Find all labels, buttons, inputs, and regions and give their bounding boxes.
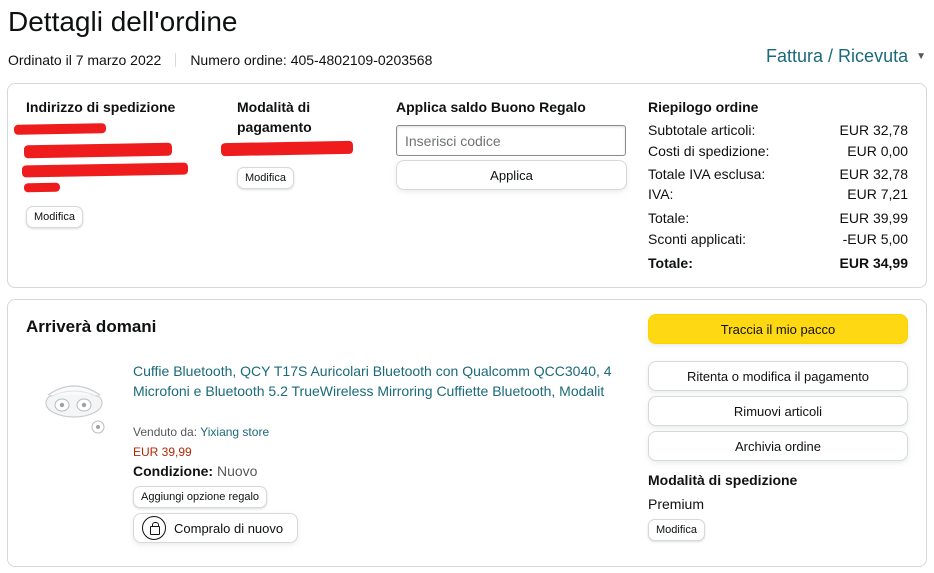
summary-row-vat: IVA: EUR 7,21 — [648, 186, 908, 202]
page-title: Dettagli dell'ordine — [8, 6, 238, 37]
summary-label: IVA: — [648, 186, 674, 202]
payment-heading: Modalità di pagamento — [237, 97, 312, 137]
track-package-button[interactable]: Traccia il mio pacco — [648, 314, 908, 344]
payment-heading-line1: Modalità di — [237, 99, 311, 115]
summary-row-shipping: Costi di spedizione: EUR 0,00 — [648, 143, 908, 159]
shipping-mode-heading: Modalità di spedizione — [648, 472, 798, 488]
buy-again-label: Compralo di nuovo — [174, 520, 284, 536]
apply-gift-button[interactable]: Applica — [396, 160, 627, 190]
summary-value: EUR 7,21 — [847, 186, 908, 202]
edit-address-button[interactable]: Modifica — [26, 206, 83, 228]
summary-label: Sconti applicati: — [648, 231, 747, 247]
summary-value: EUR 0,00 — [847, 143, 908, 159]
retry-payment-button[interactable]: Ritenta o modifica il pagamento — [648, 361, 908, 391]
summary-value: EUR 32,78 — [839, 122, 908, 138]
summary-row-total: Totale: EUR 39,99 — [648, 210, 908, 226]
edit-payment-button[interactable]: Modifica — [237, 167, 294, 189]
order-date: Ordinato il 7 marzo 2022 — [8, 52, 162, 68]
redacted-country — [23, 182, 61, 193]
shipping-mode-value: Premium — [648, 496, 705, 512]
order-number: Numero ordine: 405-4802109-0203568 — [190, 52, 433, 68]
summary-label: Subtotale articoli: — [648, 122, 756, 138]
product-condition: Condizione: Nuovo — [133, 463, 257, 479]
invoice-dropdown[interactable]: Fattura / Ricevuta ▼ — [766, 46, 926, 67]
order-summary-heading: Riepilogo ordine — [648, 99, 759, 115]
summary-label: Costi di spedizione: — [648, 143, 770, 159]
redacted-payment — [220, 140, 354, 157]
delivery-heading: Arriverà domani — [26, 317, 157, 336]
buy-again-button[interactable]: Compralo di nuovo — [133, 513, 298, 543]
product-title-link[interactable]: Cuffie Bluetooth, QCY T17S Auricolari Bl… — [133, 361, 628, 401]
order-meta: Ordinato il 7 marzo 2022 Numero ordine: … — [8, 52, 432, 68]
condition-label: Condizione: — [133, 463, 214, 479]
gift-code-input[interactable] — [396, 125, 626, 156]
shipping-address-heading: Indirizzo di spedizione — [26, 99, 176, 115]
product-price: EUR 39,99 — [133, 445, 192, 459]
summary-value: -EUR 5,00 — [842, 231, 908, 247]
summary-row-discounts: Sconti applicati: -EUR 5,00 — [648, 231, 908, 247]
payment-heading-line2: pagamento — [237, 119, 312, 135]
archive-order-button[interactable]: Archivia ordine — [648, 431, 908, 461]
summary-label: Totale: — [648, 255, 693, 271]
summary-value: EUR 34,99 — [839, 255, 908, 271]
redacted-name — [13, 123, 107, 135]
summary-row-total-ex-vat: Totale IVA esclusa: EUR 32,78 — [648, 166, 908, 182]
remove-items-button[interactable]: Rimuovi articoli — [648, 396, 908, 426]
summary-label: Totale IVA esclusa: — [648, 166, 766, 182]
summary-value: EUR 39,99 — [839, 210, 908, 226]
meta-divider — [175, 53, 177, 67]
product-image[interactable] — [40, 373, 112, 443]
sold-by: Venduto da: Yixiang store — [133, 425, 269, 439]
condition-value: Nuovo — [217, 463, 258, 479]
summary-row-subtotal: Subtotale articoli: EUR 32,78 — [648, 122, 908, 138]
chevron-down-icon: ▼ — [916, 51, 926, 62]
summary-value: EUR 32,78 — [839, 166, 908, 182]
edit-shipping-mode-button[interactable]: Modifica — [648, 519, 705, 541]
redacted-street — [23, 142, 173, 159]
buy-again-icon — [142, 516, 166, 540]
gift-card-heading: Applica saldo Buono Regalo — [396, 99, 586, 115]
summary-row-grand-total: Totale: EUR 34,99 — [648, 255, 908, 271]
seller-link[interactable]: Yixiang store — [200, 425, 269, 439]
sold-by-label: Venduto da: — [133, 425, 198, 439]
summary-label: Totale: — [648, 210, 690, 226]
add-gift-option-button[interactable]: Aggiungi opzione regalo — [133, 486, 268, 508]
invoice-label: Fattura / Ricevuta — [766, 46, 909, 66]
